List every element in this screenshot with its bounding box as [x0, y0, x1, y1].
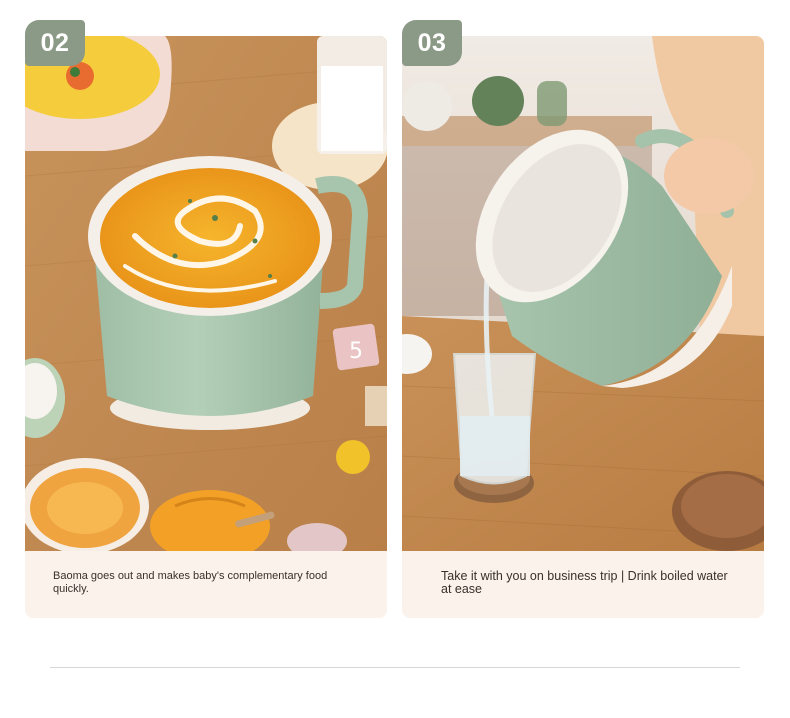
section-divider	[50, 667, 740, 668]
step-number-badge: 03	[402, 20, 462, 66]
card-caption: Baoma goes out and makes baby's compleme…	[53, 570, 328, 595]
product-photo-pouring-water	[402, 36, 764, 551]
product-photo-cooking-cup: 5	[25, 36, 387, 551]
svg-text:5: 5	[349, 339, 363, 364]
feature-card-03: Take it with you on business trip | Drin…	[402, 36, 764, 618]
feature-card-02: 5 Baoma goes out and makes baby's comple…	[25, 36, 387, 618]
step-number-badge: 02	[25, 20, 85, 66]
card-caption: Take it with you on business trip | Drin…	[441, 569, 728, 596]
